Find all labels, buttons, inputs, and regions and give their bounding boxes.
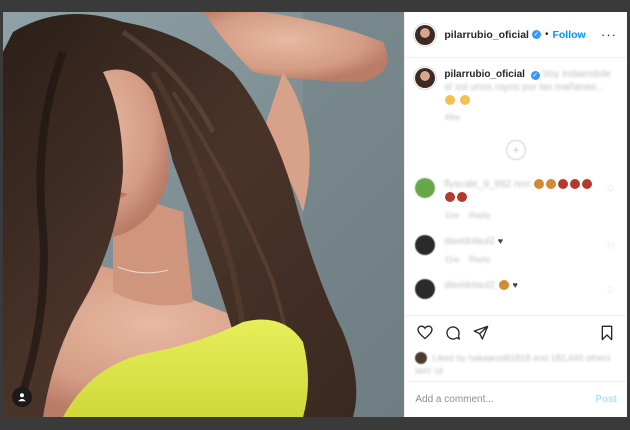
heart-icon (417, 325, 434, 340)
load-more-comments-button[interactable]: + (506, 140, 527, 160)
emoji-icon (445, 95, 456, 106)
emoji-icon (445, 192, 456, 203)
post-side-panel: pilarrubio_oficial ✓ • Follow ··· pilarr… (404, 12, 627, 417)
caption-username[interactable]: pilarrubio_oficial (444, 69, 525, 80)
comment-input[interactable] (415, 394, 596, 405)
verified-badge-icon: ✓ (530, 71, 540, 80)
bookmark-icon (601, 325, 613, 340)
post-comment-button[interactable]: Post (595, 394, 617, 405)
post-actions-bar (405, 315, 627, 349)
reply-button[interactable]: Reply (469, 254, 491, 264)
comment-meta: 11w Reply (444, 209, 594, 222)
comment-text: nnn (513, 179, 531, 190)
heart-emoji-icon: ♥ (497, 236, 504, 246)
commenter-avatar[interactable] (415, 235, 436, 255)
tag-button[interactable] (12, 387, 32, 407)
user-tag-icon (18, 393, 26, 402)
heart-emoji-icon: ♥ (512, 280, 518, 290)
comment-like-heart-icon[interactable]: ♡ (607, 184, 615, 195)
caption-avatar[interactable] (415, 68, 436, 88)
like-button[interactable] (413, 321, 437, 345)
caption-text-block: pilarrubio_oficial ✓ Voy indaendole el s… (444, 68, 617, 107)
likes-summary[interactable]: Liked by hakaarodit1818 and 182,449 othe… (405, 349, 627, 367)
emoji-icon (534, 179, 545, 190)
caption-time: 49w (444, 112, 460, 122)
add-comment-bar: Post (405, 381, 627, 417)
comment-like-heart-icon[interactable]: ♡ (607, 241, 615, 252)
comment-meta: 11w Reply (444, 253, 594, 266)
instagram-post-modal: pilarrubio_oficial ✓ • Follow ··· pilarr… (3, 12, 627, 417)
share-button[interactable] (469, 321, 493, 345)
comments-list[interactable]: pilarrubio_oficial ✓ Voy indaendole el s… (405, 58, 627, 315)
author-avatar[interactable] (415, 24, 436, 45)
comment-time: 11w (444, 254, 460, 264)
share-icon (474, 325, 489, 340)
save-button[interactable] (595, 321, 619, 345)
post-photo[interactable] (3, 12, 405, 417)
follow-button[interactable]: Follow (552, 29, 585, 41)
comment-item: davidolaul2 ♥ 11w Reply ♡ (415, 235, 617, 266)
comment-icon (446, 325, 461, 340)
liker-avatar (415, 352, 428, 364)
commenter-username[interactable]: flyscale_9_992 (444, 179, 511, 190)
emoji-icon (498, 280, 509, 291)
comment-item: flyscale_9_992 nnn 11w Reply ♡ (415, 178, 617, 222)
post-date: MAY 18 (415, 367, 444, 376)
comment-time: 11w (444, 210, 460, 220)
commenter-username[interactable]: davidolaul2 (444, 280, 495, 291)
commenter-username[interactable]: davidolaul2 (444, 236, 495, 247)
emoji-icon (460, 95, 471, 106)
comment-button[interactable] (441, 321, 465, 345)
browser-frame: pilarrubio_oficial ✓ • Follow ··· pilarr… (0, 0, 630, 430)
emoji-icon (570, 179, 581, 190)
more-options-icon[interactable]: ··· (601, 27, 617, 42)
comment-body: davidolaul2 ♥ (444, 279, 594, 292)
comment-like-heart-icon[interactable]: ♡ (607, 285, 615, 296)
likes-text: Liked by hakaarodit1818 and 182,449 othe… (432, 353, 611, 363)
emoji-icon (546, 179, 557, 190)
reply-button[interactable]: Reply (469, 210, 491, 220)
portrait-image (3, 12, 405, 417)
comment-body: davidolaul2 ♥ 11w Reply (444, 235, 594, 266)
emoji-icon (558, 179, 569, 190)
header-separator: • (544, 29, 549, 40)
post-header: pilarrubio_oficial ✓ • Follow ··· (405, 12, 627, 58)
emoji-icon (457, 192, 468, 203)
comment-item: davidolaul2 ♥ ♡ (415, 279, 617, 299)
verified-badge-icon: ✓ (531, 30, 541, 39)
author-username[interactable]: pilarrubio_oficial (444, 29, 529, 41)
emoji-icon (582, 179, 593, 190)
caption: pilarrubio_oficial ✓ Voy indaendole el s… (415, 68, 617, 107)
comment-body: flyscale_9_992 nnn 11w Reply (444, 178, 594, 222)
commenter-avatar[interactable] (415, 279, 436, 299)
commenter-avatar[interactable] (415, 178, 436, 198)
plus-circle-icon: + (512, 143, 520, 157)
